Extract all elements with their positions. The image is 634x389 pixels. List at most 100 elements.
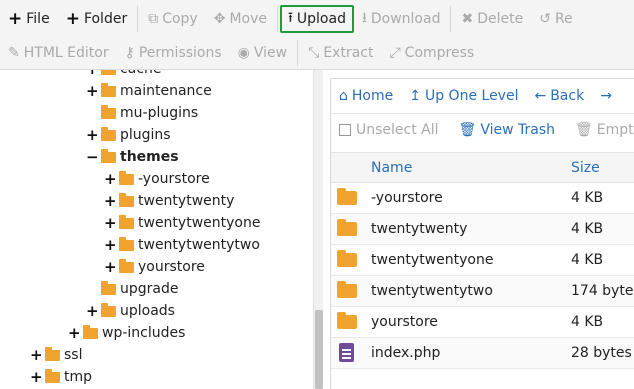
tree-item-label: themes	[120, 149, 179, 165]
file-size: 4 KB	[571, 190, 604, 206]
navigation-bar: ⌂ Home ↥ Up One Level ← Back →	[331, 80, 624, 112]
file-size: 4 KB	[571, 314, 604, 330]
trash-icon: 🗑	[458, 121, 477, 138]
compress-button[interactable]: ⤢ Compress	[381, 39, 482, 67]
tree-item-label: cache	[120, 70, 161, 77]
folder-icon-shape	[337, 188, 357, 205]
unselect-all-button[interactable]: Unselect All	[331, 116, 447, 144]
upload-button[interactable]: ⭱ Upload	[280, 5, 354, 33]
upload-icon: ⭱	[288, 10, 293, 26]
folder-icon-shape	[337, 219, 357, 236]
column-header-size[interactable]: Size	[571, 160, 600, 176]
copy-button[interactable]: ⧉ Copy	[140, 5, 206, 33]
tree-item-yourstore[interactable]: + -yourstore	[104, 168, 210, 190]
expand-icon[interactable]: +	[30, 368, 43, 386]
file-name[interactable]: twentytwenty	[371, 221, 467, 237]
column-header-name[interactable]: Name	[371, 160, 412, 176]
tree-item-label: upgrade	[120, 281, 179, 297]
file-name[interactable]: twentytwentyone	[371, 252, 493, 268]
toolbar-divider	[137, 6, 139, 32]
tree-item-label: -yourstore	[138, 171, 210, 187]
tree-item-label: mu-plugins	[120, 105, 199, 121]
extract-label: Extract	[323, 45, 374, 61]
tree-item-maintenance[interactable]: + maintenance	[86, 80, 212, 102]
edit-icon: ✎	[8, 45, 20, 61]
view-button[interactable]: ◉ View	[230, 39, 295, 67]
restore-button[interactable]: ↺ Re	[531, 5, 580, 33]
collapse-icon[interactable]: −	[86, 148, 99, 166]
table-row[interactable]: twentytwentytwo 174 bytes	[331, 276, 634, 307]
expand-icon[interactable]: +	[86, 70, 99, 78]
file-name[interactable]: index.php	[371, 345, 440, 361]
expand-icon[interactable]: +	[104, 258, 117, 276]
tree-item-cache[interactable]: + cache	[86, 70, 161, 80]
table-row[interactable]: index.php 28 bytes	[331, 338, 634, 369]
expand-icon[interactable]: +	[86, 126, 99, 144]
tree-item-label: yourstore	[138, 259, 205, 275]
folder-icon	[119, 258, 134, 273]
file-size: 28 bytes	[571, 345, 632, 361]
tree-scroll-thumb[interactable]	[315, 310, 323, 389]
table-row[interactable]: -yourstore 4 KB	[331, 183, 634, 214]
tree-item-tmp[interactable]: + tmp	[30, 366, 92, 388]
toolbar-row-primary: + File + Folder ⧉ Copy ✥ Move ⭱ Upload ⭳ Download ✖ D…	[0, 3, 581, 35]
expand-icon[interactable]: +	[86, 82, 99, 100]
tree-scrollbar[interactable]	[313, 70, 323, 389]
table-row[interactable]: yourstore 4 KB	[331, 307, 634, 338]
view-trash-button[interactable]: 🗑 View Trash	[451, 116, 563, 144]
table-row[interactable]: twentytwenty 4 KB	[331, 214, 634, 245]
folder-button[interactable]: + Folder	[58, 5, 136, 33]
html-editor-label: HTML Editor	[23, 45, 109, 61]
expand-icon[interactable]: +	[104, 214, 117, 232]
expand-icon[interactable]: +	[104, 192, 117, 210]
file-button[interactable]: + File	[0, 5, 58, 33]
plus-icon: +	[8, 9, 23, 29]
tree-item-themes[interactable]: − themes	[86, 146, 179, 168]
compress-icon: ⤢	[389, 45, 401, 61]
tree-item-twentytwentyone[interactable]: + twentytwentyone	[104, 212, 260, 234]
tree-item-wpincludes[interactable]: + wp-includes	[68, 322, 185, 344]
delete-label: Delete	[477, 11, 524, 27]
toolbar-divider	[450, 6, 452, 32]
folder-icon	[337, 188, 357, 205]
expand-icon[interactable]: +	[104, 170, 117, 188]
expand-icon[interactable]: +	[104, 236, 117, 254]
tree-item-label: wp-includes	[102, 325, 186, 341]
expand-icon[interactable]: +	[86, 302, 99, 320]
folder-icon	[101, 104, 116, 119]
tree-item-muplugins[interactable]: mu-plugins	[86, 102, 198, 124]
tree-item-ssl[interactable]: + ssl	[30, 344, 82, 366]
folder-icon	[337, 250, 357, 267]
unselect-all-label: Unselect All	[356, 121, 439, 138]
extract-button[interactable]: ⤡ Extract	[300, 39, 381, 67]
delete-button[interactable]: ✖ Delete	[453, 5, 531, 33]
tree-item-twentytwenty[interactable]: + twentytwenty	[104, 190, 234, 212]
move-label: Move	[229, 11, 267, 27]
tree-item-yourstore[interactable]: + yourstore	[104, 256, 205, 278]
move-button[interactable]: ✥ Move	[206, 5, 275, 33]
back-button[interactable]: ← Back	[526, 82, 592, 110]
tree-item-uploads[interactable]: + uploads	[86, 300, 175, 322]
html-editor-button[interactable]: ✎ HTML Editor	[0, 39, 117, 67]
tree-item-plugins[interactable]: + plugins	[86, 124, 171, 146]
permissions-button[interactable]: ⚷ Permissions	[117, 39, 230, 67]
home-button[interactable]: ⌂ Home	[331, 82, 401, 110]
tree-item-upgrade[interactable]: upgrade	[86, 278, 178, 300]
expand-icon[interactable]: +	[68, 324, 81, 342]
empty-trash-button[interactable]: 🗑Empty	[567, 116, 634, 144]
download-button[interactable]: ⭳ Download	[354, 5, 449, 33]
tree-item-twentytwentytwo[interactable]: + twentytwentytwo	[104, 234, 260, 256]
table-row[interactable]: twentytwentyone 4 KB	[331, 245, 634, 276]
extract-icon: ⤡	[308, 45, 320, 61]
file-name[interactable]: -yourstore	[371, 190, 443, 206]
folder-icon	[337, 219, 357, 236]
move-icon: ✥	[213, 11, 226, 27]
up-one-level-button[interactable]: ↥ Up One Level	[401, 82, 526, 110]
file-label: File	[26, 11, 50, 27]
file-name[interactable]: twentytwentytwo	[371, 283, 493, 299]
file-name[interactable]: yourstore	[371, 314, 438, 330]
eye-icon: ◉	[237, 45, 250, 61]
expand-icon[interactable]: +	[30, 346, 43, 364]
home-icon: ⌂	[339, 88, 348, 104]
forward-button[interactable]: →	[592, 82, 624, 110]
